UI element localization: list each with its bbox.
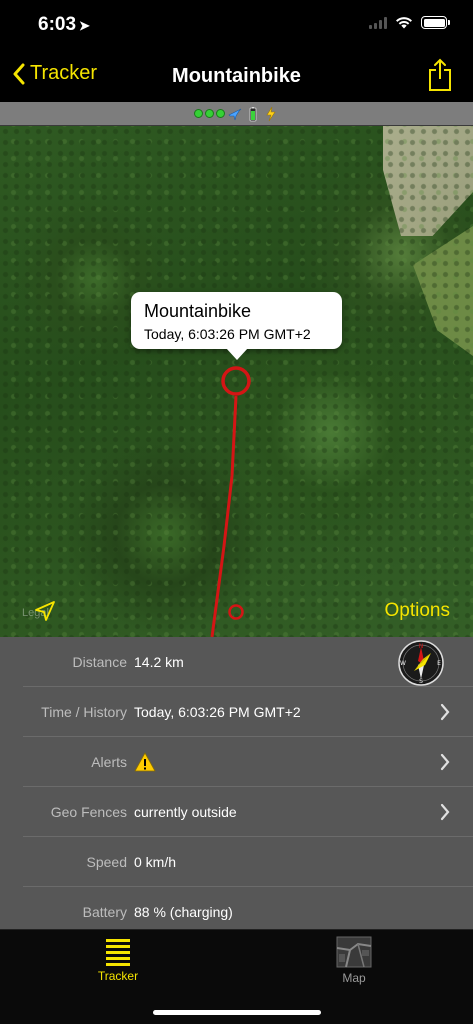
detail-label: Time / History <box>41 704 127 720</box>
detail-row-speed: Speed 0 km/h <box>23 837 473 887</box>
detail-value: 88 % (charging) <box>134 904 233 920</box>
callout-title: Mountainbike <box>144 301 252 321</box>
svg-text:S: S <box>419 678 423 685</box>
airplane-icon <box>228 108 242 120</box>
device-notch <box>115 0 359 34</box>
location-arrow-icon[interactable] <box>33 599 57 623</box>
map-icon <box>336 936 372 968</box>
callout-subtitle: Today, 6:03:26 PM GMT+2 <box>144 326 311 342</box>
tab-map[interactable]: Map <box>314 936 394 985</box>
history-point-marker <box>228 604 244 620</box>
battery-icon <box>421 16 450 29</box>
detail-row-geo-fences[interactable]: Geo Fences currently outside <box>23 787 473 837</box>
detail-row-battery: Battery 88 % (charging) <box>23 887 473 929</box>
tab-bar: Tracker Map <box>0 929 473 1024</box>
tab-label: Tracker <box>97 969 139 983</box>
detail-value: Today, 6:03:26 PM GMT+2 <box>134 704 301 720</box>
tab-label: Map <box>342 971 366 985</box>
chevron-right-icon <box>440 753 450 771</box>
tracker-list-icon <box>106 939 130 966</box>
status-dot-icon <box>205 109 214 118</box>
clock-text: 6:03 <box>38 14 77 35</box>
warning-icon <box>134 752 156 772</box>
location-arrow-icon: ➤ <box>79 18 90 33</box>
satellite-map[interactable]: Mountainbike Today, 6:03:26 PM GMT+2 Leg… <box>0 126 473 637</box>
charging-bolt-icon <box>266 106 276 121</box>
detail-label: Geo Fences <box>50 804 127 820</box>
device-status-strip <box>0 102 473 126</box>
share-icon[interactable] <box>427 58 453 92</box>
wifi-icon <box>396 17 412 29</box>
tracker-details-panel: Distance 14.2 km N S W E Time / History … <box>0 637 473 929</box>
status-bar: 6:03 ➤ <box>0 0 473 48</box>
cellular-signal-icon <box>369 16 387 29</box>
detail-label: Battery <box>82 904 127 920</box>
svg-text:W: W <box>400 660 406 667</box>
chevron-right-icon <box>440 703 450 721</box>
home-indicator[interactable] <box>153 1010 321 1015</box>
detail-label: Distance <box>72 654 127 670</box>
detail-row-time-history[interactable]: Time / History Today, 6:03:26 PM GMT+2 <box>23 687 473 737</box>
detail-value: 14.2 km <box>134 654 184 670</box>
svg-text:N: N <box>419 643 424 650</box>
detail-row-alerts[interactable]: Alerts <box>23 737 473 787</box>
status-time: 6:03 ➤ <box>38 14 90 36</box>
current-position-marker <box>221 366 251 396</box>
status-icons <box>369 16 450 29</box>
options-button[interactable]: Options <box>385 600 450 622</box>
navigation-bar: Tracker Mountainbike <box>0 48 473 102</box>
detail-label: Alerts <box>91 754 127 770</box>
detail-label: Speed <box>86 854 127 870</box>
detail-value: 0 km/h <box>134 854 177 870</box>
detail-value: currently outside <box>134 804 237 820</box>
tab-tracker[interactable]: Tracker <box>78 936 158 983</box>
location-callout[interactable]: Mountainbike Today, 6:03:26 PM GMT+2 <box>131 292 342 360</box>
route-track <box>210 366 251 637</box>
status-dot-icon <box>194 109 203 118</box>
battery-level-icon <box>249 106 257 121</box>
chevron-right-icon <box>440 803 450 821</box>
track-line <box>210 395 238 637</box>
status-dot-icon <box>216 109 225 118</box>
svg-text:E: E <box>437 660 441 667</box>
compass-icon[interactable]: N S W E <box>398 640 444 686</box>
page-title: Mountainbike <box>172 65 301 87</box>
detail-row-distance: Distance 14.2 km N S W E <box>23 637 473 687</box>
